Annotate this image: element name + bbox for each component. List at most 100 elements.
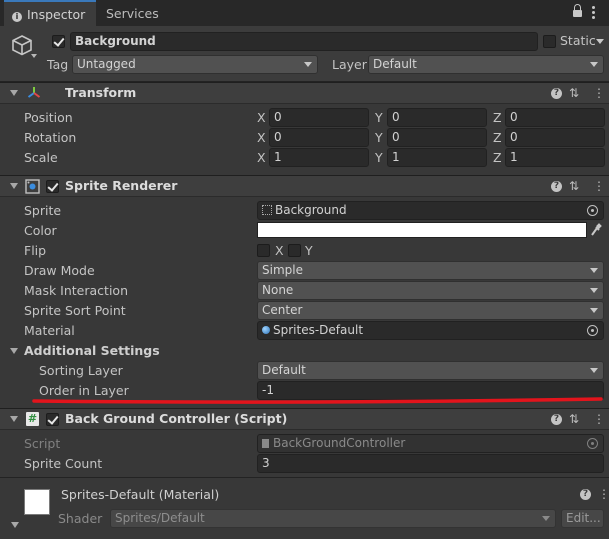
static-checkbox[interactable]: [543, 35, 556, 48]
controller-header[interactable]: # Back Ground Controller (Script) ? ⇅ ⋮: [0, 408, 609, 430]
sprite-count-field[interactable]: 3: [257, 454, 604, 473]
kebab-menu-icon[interactable]: ⋮: [598, 486, 609, 502]
shader-value: Sprites/Default: [115, 511, 205, 525]
script-object-field: BackGroundController: [257, 434, 604, 453]
transform-scale-x-field[interactable]: 1: [269, 148, 369, 167]
draw-mode-label: Draw Mode: [24, 263, 95, 278]
material-preview-thumbnail[interactable]: [24, 489, 50, 515]
controller-enabled-checkbox[interactable]: [46, 413, 59, 426]
object-name-field[interactable]: Background: [70, 32, 538, 51]
sprite-sort-point-label: Sprite Sort Point: [24, 303, 126, 318]
preset-icon[interactable]: ⇅: [569, 85, 579, 101]
eyedropper-icon[interactable]: [590, 223, 602, 237]
help-icon[interactable]: ?: [551, 88, 562, 99]
sorting-layer-label: Sorting Layer: [39, 363, 123, 378]
axis-y-label: Y: [375, 150, 383, 165]
more-options-icon[interactable]: [592, 6, 596, 20]
material-title: Sprites-Default (Material): [61, 487, 220, 502]
script-label: Script: [24, 436, 61, 451]
sprite-label: Sprite: [24, 203, 62, 218]
transform-rotation-label: Rotation: [24, 130, 77, 145]
info-icon: i: [12, 12, 22, 22]
flip-y-label: Y: [305, 243, 313, 258]
transform-rotation-y-field[interactable]: 0: [387, 128, 487, 147]
static-dropdown-arrow[interactable]: [596, 39, 604, 44]
script-value: BackGroundController: [273, 436, 406, 450]
sprite-renderer-header[interactable]: Sprite Renderer ? ⇅ ⋮: [0, 175, 609, 197]
sprite-value: Background: [275, 203, 347, 217]
help-icon[interactable]: ?: [580, 489, 591, 500]
axis-z-label: Z: [493, 150, 502, 165]
transform-icon: [27, 87, 41, 98]
mask-interaction-label: Mask Interaction: [24, 283, 128, 298]
gameobject-cube-icon: [12, 35, 32, 56]
flip-y-checkbox[interactable]: [288, 244, 301, 257]
tab-bar: i Inspector Services: [0, 0, 609, 26]
additional-settings-label[interactable]: Additional Settings: [24, 342, 160, 360]
help-icon[interactable]: ?: [551, 414, 562, 425]
axis-x-label: X: [257, 110, 266, 125]
fold-arrow-icon[interactable]: [10, 90, 18, 96]
chevron-down-icon: [590, 268, 598, 273]
active-checkbox[interactable]: [52, 35, 65, 48]
sprite-count-label: Sprite Count: [24, 456, 103, 471]
chevron-down-icon: [542, 516, 550, 521]
object-name-value: Background: [75, 34, 156, 48]
mask-interaction-dropdown[interactable]: None: [257, 281, 604, 300]
script-hash-icon: #: [26, 412, 39, 426]
additional-settings-fold-icon[interactable]: [10, 348, 18, 354]
static-label: Static: [560, 33, 596, 48]
material-value: Sprites-Default: [273, 323, 364, 337]
material-fold-arrow-icon[interactable]: [11, 522, 19, 528]
edit-shader-label: Edit...: [566, 511, 601, 525]
sprite-sort-point-value: Center: [262, 303, 303, 317]
sprite-object-field[interactable]: Background: [257, 201, 604, 220]
tab-services-label: Services: [106, 6, 159, 21]
transform-position-y-field[interactable]: 0: [387, 108, 487, 127]
lock-icon[interactable]: [573, 4, 582, 17]
tab-inspector[interactable]: i Inspector: [4, 0, 96, 26]
axis-z-label: Z: [493, 110, 502, 125]
sorting-layer-dropdown[interactable]: Default: [257, 361, 604, 380]
tab-services[interactable]: Services: [100, 0, 176, 26]
transform-scale-z-field[interactable]: 1: [505, 148, 605, 167]
axis-x-label: X: [257, 150, 266, 165]
edit-shader-button[interactable]: Edit...: [561, 509, 604, 528]
script-file-icon: [262, 439, 269, 448]
sprite-sort-point-dropdown[interactable]: Center: [257, 301, 604, 320]
sorting-layer-value: Default: [262, 363, 306, 377]
sprite-renderer-enabled-checkbox[interactable]: [46, 180, 59, 193]
help-icon[interactable]: ?: [551, 181, 562, 192]
object-picker-icon[interactable]: [587, 205, 598, 216]
object-picker-icon[interactable]: [587, 325, 598, 336]
transform-value: 0: [392, 110, 400, 124]
color-swatch[interactable]: [257, 222, 587, 238]
material-object-field[interactable]: Sprites-Default: [257, 321, 604, 340]
tag-dropdown[interactable]: Untagged: [72, 55, 318, 74]
preset-icon[interactable]: ⇅: [569, 411, 579, 427]
transform-position-z-field[interactable]: 0: [505, 108, 605, 127]
fold-arrow-icon[interactable]: [10, 416, 18, 422]
chevron-down-icon: [304, 62, 312, 67]
kebab-menu-icon[interactable]: ⋮: [593, 85, 605, 101]
draw-mode-dropdown[interactable]: Simple: [257, 261, 604, 280]
transform-value: 0: [510, 130, 518, 144]
tab-inspector-label: Inspector: [27, 7, 86, 22]
layer-dropdown[interactable]: Default: [368, 55, 604, 74]
sprite-renderer-icon: [25, 179, 40, 194]
transform-header[interactable]: Transform ? ⇅ ⋮: [0, 82, 609, 104]
flip-x-checkbox[interactable]: [257, 244, 270, 257]
shader-dropdown: Sprites/Default: [110, 509, 556, 528]
transform-scale-y-field[interactable]: 1: [387, 148, 487, 167]
preset-icon[interactable]: ⇅: [569, 178, 579, 194]
icon-dropdown-arrow[interactable]: [31, 54, 37, 58]
transform-value: 1: [510, 150, 518, 164]
axis-y-label: Y: [375, 130, 383, 145]
kebab-menu-icon[interactable]: ⋮: [593, 178, 605, 194]
transform-rotation-x-field[interactable]: 0: [269, 128, 369, 147]
transform-scale-label: Scale: [24, 150, 58, 165]
fold-arrow-icon[interactable]: [10, 183, 18, 189]
transform-position-x-field[interactable]: 0: [269, 108, 369, 127]
transform-rotation-z-field[interactable]: 0: [505, 128, 605, 147]
kebab-menu-icon[interactable]: ⋮: [593, 411, 605, 427]
